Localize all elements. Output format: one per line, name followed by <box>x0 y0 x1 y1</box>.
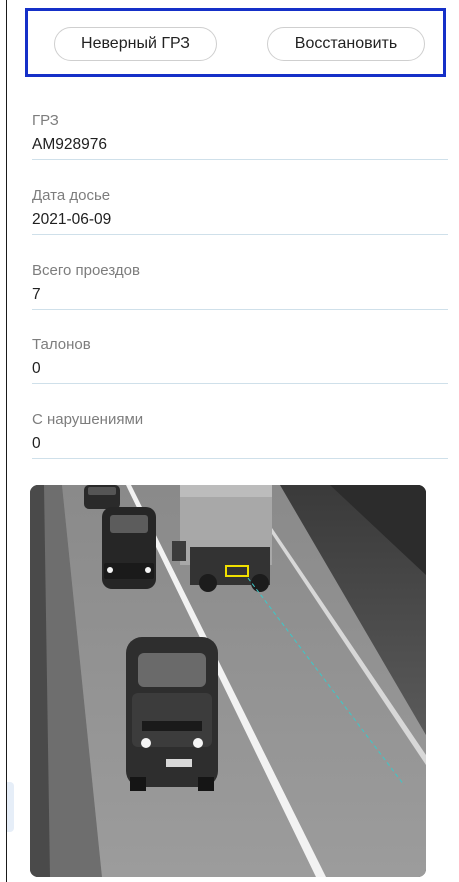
restore-button[interactable]: Восстановить <box>267 27 425 61</box>
field-divider <box>32 383 448 384</box>
field-divider <box>32 234 448 235</box>
field-divider <box>32 309 448 310</box>
panel-left-border <box>6 0 7 882</box>
field-label: ГРЗ <box>32 112 59 129</box>
wrong-plate-button[interactable]: Неверный ГРЗ <box>54 27 217 61</box>
vehicle-dossier-panel: Неверный ГРЗ Восстановить ГРЗ AM928976 Д… <box>0 0 459 882</box>
field-label: Всего проездов <box>32 262 140 279</box>
field-divider <box>32 458 448 459</box>
field-value: 2021-06-09 <box>32 211 112 228</box>
field-label: Дата досье <box>32 187 111 204</box>
field-value: 0 <box>32 360 41 377</box>
field-label: С нарушениями <box>32 411 144 428</box>
road-scene-image <box>30 485 426 877</box>
field-divider <box>32 159 448 160</box>
side-tab[interactable] <box>7 782 14 832</box>
field-value: AM928976 <box>32 136 107 153</box>
action-bar: Неверный ГРЗ Восстановить <box>25 8 446 77</box>
camera-snapshot[interactable] <box>30 485 426 877</box>
field-value: 0 <box>32 435 41 452</box>
field-label: Талонов <box>32 336 91 353</box>
field-value: 7 <box>32 286 41 303</box>
